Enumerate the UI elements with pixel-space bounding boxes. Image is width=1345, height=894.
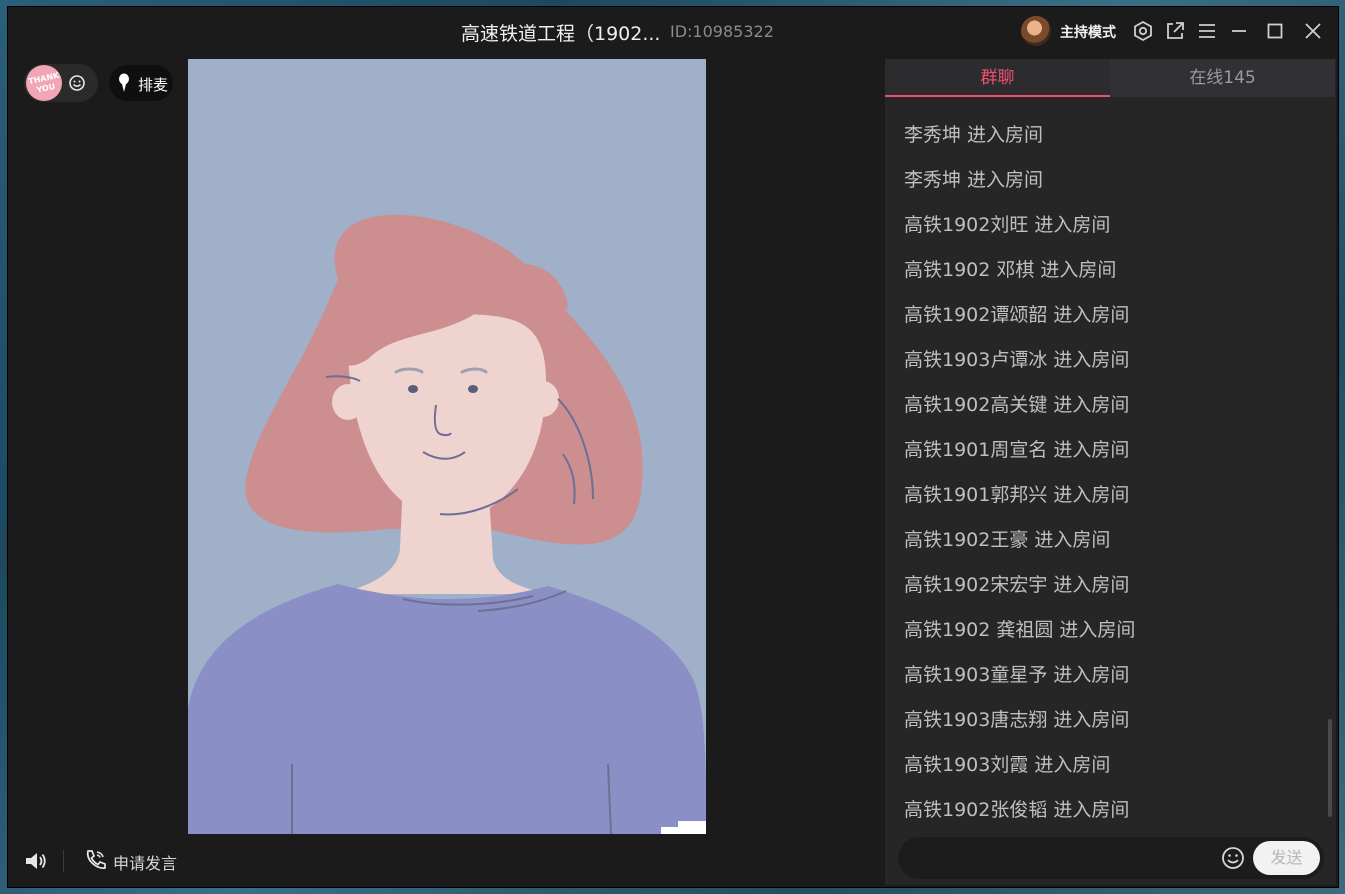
thank-you-text: THANK YOU	[27, 70, 61, 95]
smile-icon[interactable]	[68, 74, 86, 92]
room-title: 高速铁道工程（1902...	[461, 23, 661, 45]
list-item: 李秀坤 进入房间	[904, 169, 1044, 191]
list-item: 高铁1902 邓棋 进入房间	[904, 259, 1117, 281]
minimize-icon[interactable]	[1228, 20, 1250, 42]
microphone-icon	[119, 73, 129, 92]
emoji-icon[interactable]	[1221, 846, 1245, 870]
panel-tabs: 群聊 在线145	[885, 59, 1336, 97]
scrollbar[interactable]	[1328, 719, 1332, 817]
speaker-icon[interactable]	[24, 850, 48, 872]
list-item: 高铁1902宋宏宇 进入房间	[904, 574, 1130, 596]
list-item: 高铁1902王豪 进入房间	[904, 529, 1111, 551]
message-list[interactable]: 李秀坤 进入房间 李秀坤 进入房间 高铁1902刘旺 进入房间 高铁1902 邓…	[885, 99, 1336, 829]
chat-input[interactable]: 发送	[898, 837, 1324, 879]
list-item: 高铁1902 龚祖圆 进入房间	[904, 619, 1136, 641]
list-item: 高铁1903卢谭冰 进入房间	[904, 349, 1130, 371]
room-id: ID:10985322	[670, 22, 774, 41]
list-item: 高铁1902谭颂韶 进入房间	[904, 304, 1130, 326]
list-item: 高铁1901郭邦兴 进入房间	[904, 484, 1130, 506]
divider	[63, 850, 64, 872]
thank-you-avatar[interactable]: THANK YOU	[26, 65, 62, 101]
queue-label: 排麦	[138, 76, 169, 94]
tab-online[interactable]: 在线145	[1110, 59, 1335, 97]
popout-icon[interactable]	[1164, 20, 1186, 42]
tab-group-chat[interactable]: 群聊	[885, 59, 1110, 97]
apply-speak-button[interactable]: 申请发言	[113, 850, 177, 874]
menu-icon[interactable]	[1196, 20, 1218, 42]
phone-icon[interactable]	[84, 848, 106, 870]
close-icon[interactable]	[1302, 20, 1324, 42]
settings-icon[interactable]	[1132, 20, 1154, 42]
host-avatar[interactable]	[1021, 16, 1051, 46]
list-item: 高铁1903童星予 进入房间	[904, 664, 1130, 686]
send-button[interactable]: 发送	[1253, 841, 1320, 875]
queue-button[interactable]: 排麦	[109, 65, 173, 101]
host-mode-label[interactable]: 主持模式	[1060, 22, 1116, 42]
main-window: 高速铁道工程（1902... ID:10985322 主持模式 THANK YO…	[8, 7, 1338, 887]
list-item: 高铁1902刘旺 进入房间	[904, 214, 1111, 236]
list-item: 高铁1903刘霞 进入房间	[904, 754, 1111, 776]
title-bar[interactable]: 高速铁道工程（1902... ID:10985322 主持模式	[8, 7, 1338, 57]
list-item: 李秀坤 进入房间	[904, 124, 1044, 146]
list-item: 高铁1901周宣名 进入房间	[904, 439, 1130, 461]
video-feed[interactable]	[188, 59, 706, 834]
maximize-icon[interactable]	[1264, 20, 1286, 42]
list-item: 高铁1902高关键 进入房间	[904, 394, 1130, 416]
list-item: 高铁1903唐志翔 进入房间	[904, 709, 1130, 731]
list-item: 高铁1902张俊韬 进入房间	[904, 799, 1130, 821]
reaction-pill[interactable]: THANK YOU	[24, 64, 98, 102]
chat-panel: 群聊 在线145 李秀坤 进入房间 李秀坤 进入房间 高铁1902刘旺 进入房间…	[885, 59, 1336, 885]
